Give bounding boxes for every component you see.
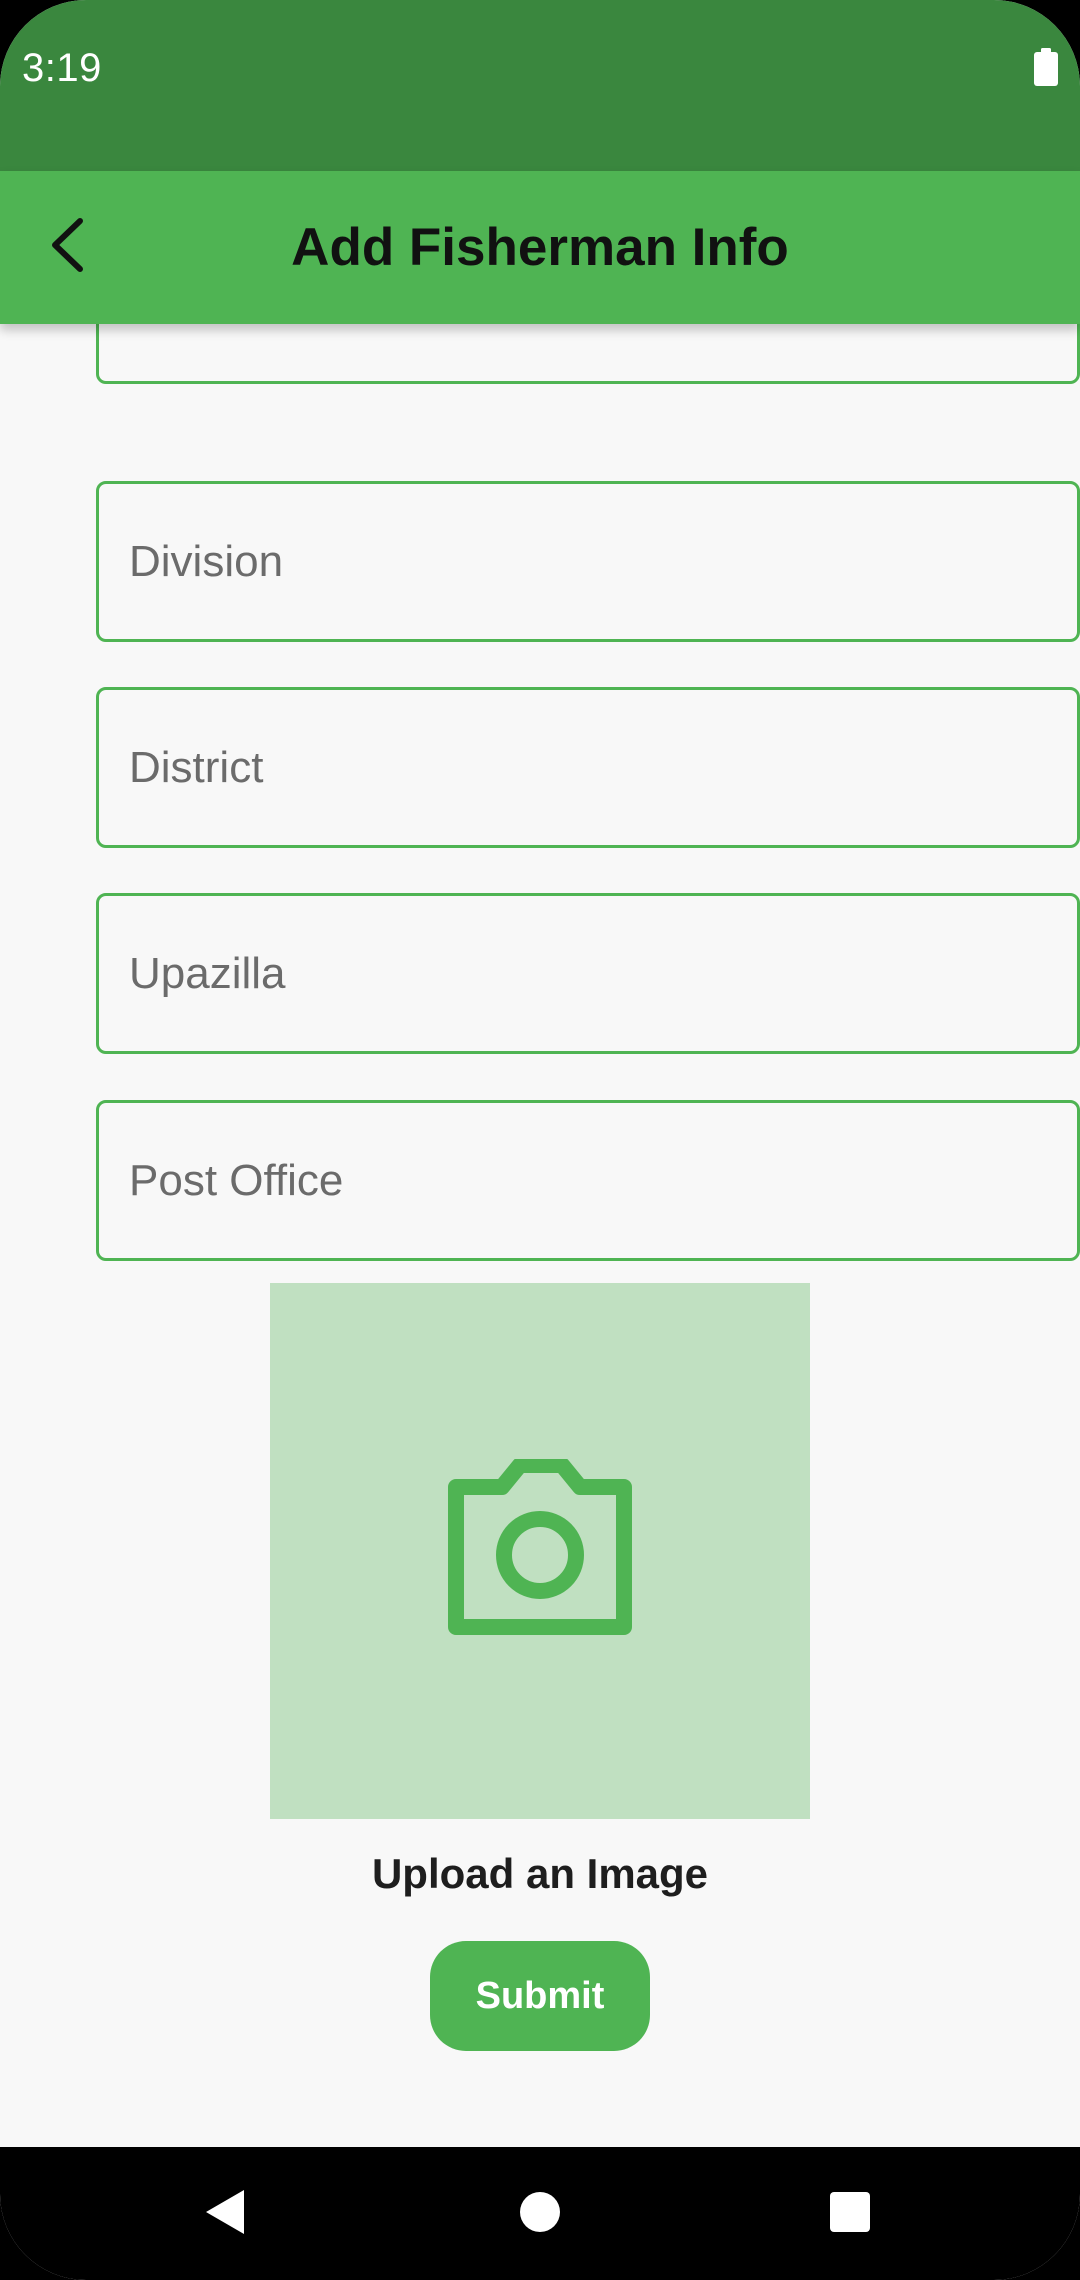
app-bar: Add Fisherman Info (0, 171, 1080, 324)
post-office-field[interactable] (96, 1100, 1080, 1261)
division-field[interactable] (96, 481, 1080, 642)
nav-recents-button[interactable] (790, 2169, 910, 2259)
system-nav-bar (0, 2147, 1080, 2280)
app-screen: 3:19 Add Fisherman Info Division Distric… (0, 0, 1080, 2280)
status-bar: 3:19 (0, 0, 1080, 171)
district-input[interactable] (99, 690, 1077, 845)
circle-home-icon (519, 2191, 561, 2238)
post-office-input[interactable] (99, 1103, 1077, 1258)
district-field[interactable] (96, 687, 1080, 848)
upload-image-label: Upload an Image (371, 1850, 709, 1897)
camera-icon (440, 1456, 640, 1644)
division-input[interactable] (99, 484, 1077, 639)
chevron-left-icon (43, 215, 93, 280)
partial-field[interactable] (96, 324, 1080, 384)
page-title: Add Fisherman Info (291, 218, 789, 277)
image-upload-box[interactable] (270, 1283, 810, 1819)
triangle-back-icon (204, 2188, 248, 2241)
back-button[interactable] (18, 195, 118, 299)
form-scroll-area[interactable]: Upload an Image Submit (0, 324, 1080, 2147)
nav-back-button[interactable] (166, 2169, 286, 2259)
square-recents-icon (829, 2191, 871, 2238)
submit-button[interactable]: Submit (430, 1941, 650, 2051)
battery-full-icon (1034, 48, 1058, 91)
partial-input[interactable] (99, 324, 1077, 381)
upazilla-input[interactable] (99, 896, 1077, 1051)
status-time: 3:19 (22, 46, 102, 90)
nav-home-button[interactable] (480, 2169, 600, 2259)
upazilla-field[interactable] (96, 893, 1080, 1054)
